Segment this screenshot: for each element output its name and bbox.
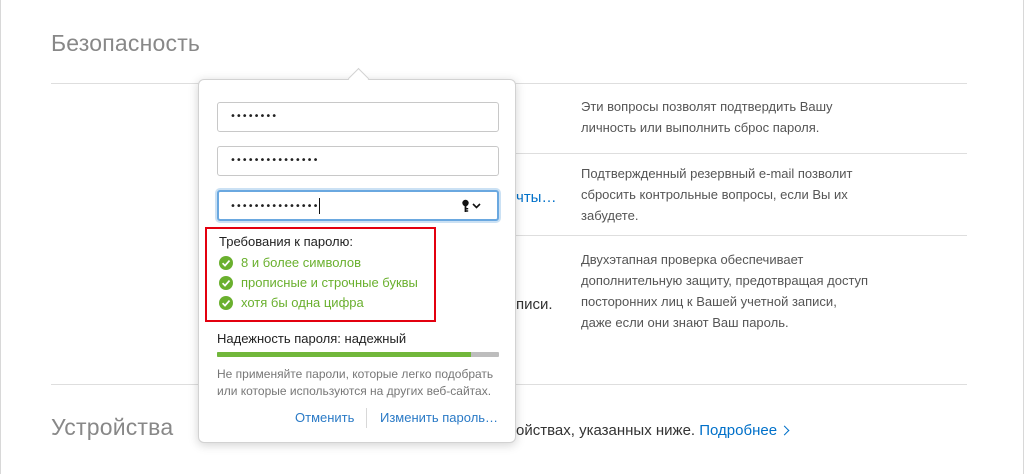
divider-1 — [516, 153, 967, 154]
chevron-right-icon — [779, 425, 790, 436]
new-password-value: ••••••••••••••• — [230, 155, 319, 166]
requirement-text: 8 и более символов — [241, 255, 362, 270]
confirm-password-field[interactable]: ••••••••••••••• — [217, 190, 499, 221]
current-password-field[interactable]: •••••••• — [217, 102, 499, 132]
two-step-description: Двухэтапная проверка обеспечивает дополн… — [581, 252, 869, 330]
key-icon — [462, 199, 481, 212]
current-password-value: •••••••• — [230, 111, 278, 122]
requirement-text: хотя бы одна цифра — [241, 295, 364, 310]
confirm-password-value-wrap: ••••••••••••••• — [230, 197, 321, 214]
chevron-down-icon — [472, 203, 481, 209]
devices-more-link[interactable]: Подробнее — [699, 422, 777, 439]
password-strength-meter — [217, 352, 499, 357]
password-strength-fill — [217, 352, 471, 357]
password-hint: Не применяйте пароли, которые легко подо… — [217, 367, 494, 398]
requirement-item: хотя бы одна цифра — [219, 295, 364, 310]
page-frame: Безопасность Эти вопросы позволят подтве… — [0, 0, 1024, 474]
requirements-title: Требования к паролю: — [219, 234, 353, 249]
new-password-field[interactable]: ••••••••••••••• — [217, 146, 499, 176]
change-password-button[interactable]: Изменить пароль… — [380, 410, 498, 425]
password-strength-label: Надежность пароля: надежный — [217, 331, 407, 346]
two-step-text: писи. — [516, 296, 553, 313]
check-circle-icon — [219, 295, 233, 310]
devices-description: ойствах, указанных ниже. — [516, 422, 696, 439]
rescue-email-link[interactable]: чты… — [516, 189, 556, 206]
rescue-email-description: Подтвержденный резервный e-mail позволит… — [581, 166, 853, 223]
devices-text: ойствах, указанных ниже. Подробнее — [516, 422, 790, 439]
security-questions-description: Эти вопросы позволят подтвердить Вашу ли… — [581, 99, 833, 135]
check-circle-icon — [219, 275, 233, 290]
check-circle-icon — [219, 255, 233, 270]
cancel-button[interactable]: Отменить — [295, 410, 354, 425]
requirement-item: 8 и более символов — [219, 255, 361, 270]
requirement-text: прописные и строчные буквы — [241, 275, 418, 290]
confirm-password-value: ••••••••••••••• — [230, 200, 319, 212]
text-caret — [319, 197, 321, 214]
devices-section-title: Устройства — [51, 414, 174, 440]
divider-2 — [516, 235, 967, 236]
button-separator — [366, 408, 367, 428]
requirement-item: прописные и строчные буквы — [219, 275, 418, 290]
keychain-button[interactable] — [461, 199, 483, 213]
security-section-title: Безопасность — [51, 30, 201, 56]
